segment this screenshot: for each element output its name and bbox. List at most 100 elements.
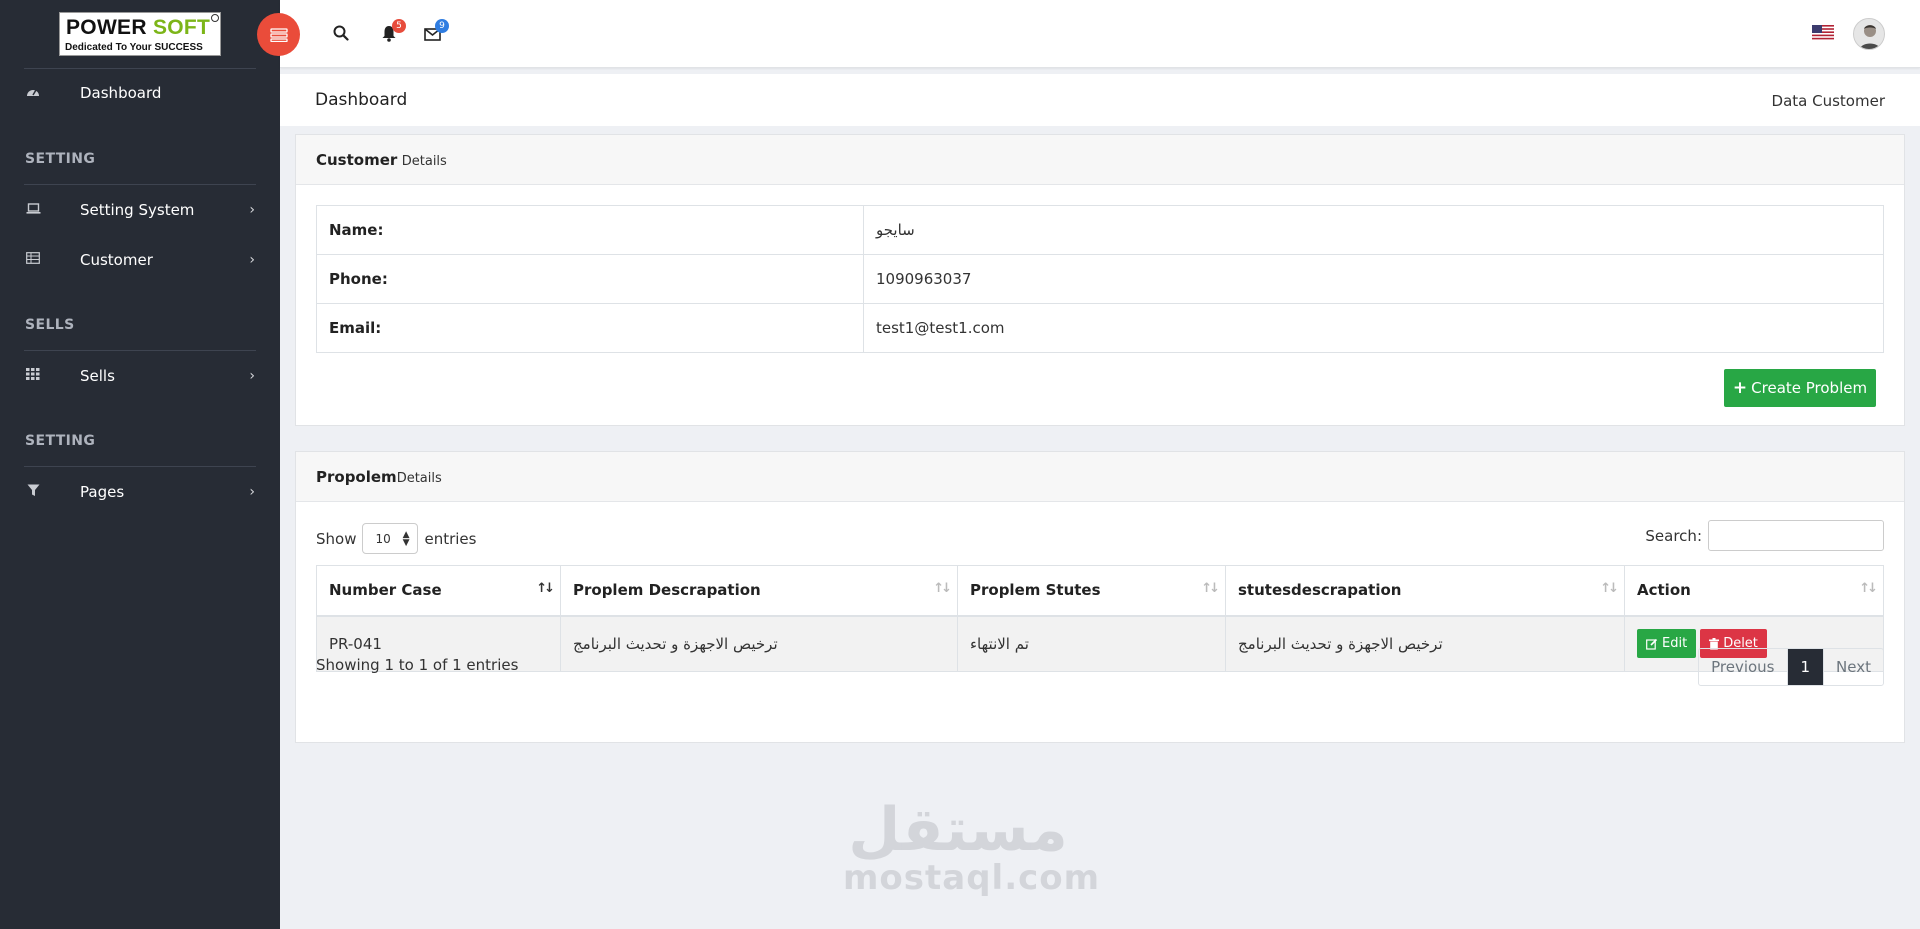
sidebar-item-label: Pages: [80, 483, 125, 501]
logo-brand-accent: SOFT: [152, 16, 211, 39]
page-length-control: Show 10 ▲ ▼ entries: [316, 523, 476, 554]
sort-icon: ↑↓: [1859, 581, 1878, 596]
sidebar-item-customer[interactable]: Customer ›: [0, 240, 280, 280]
plus-icon: +: [1732, 378, 1748, 398]
cell-status: تم الانتهاء: [957, 615, 1226, 672]
sidebar-divider: [24, 350, 256, 351]
brand-logo[interactable]: POWER SOFT Dedicated To Your SUCCESS: [59, 12, 221, 56]
watermark-arabic: مستقل: [848, 795, 1068, 865]
column-header-status[interactable]: Proplem Stutes ↑↓: [957, 565, 1226, 617]
edit-button[interactable]: Edit: [1637, 629, 1697, 659]
info-row-phone: Phone: 1090963037: [316, 254, 1884, 304]
chevron-right-icon: ›: [249, 368, 255, 384]
card-header: PropolemDetails: [296, 452, 1904, 502]
column-header-action[interactable]: Action ↑↓: [1624, 565, 1884, 617]
table-search: Search:: [1645, 520, 1884, 551]
chevron-right-icon: ›: [249, 484, 255, 500]
search-button[interactable]: [333, 25, 349, 46]
sidebar-section-sells: SELLS: [25, 317, 75, 333]
info-label: Email:: [316, 303, 864, 353]
page-length-value: 10: [375, 531, 391, 546]
watermark-latin: mostaql.com: [843, 858, 1101, 898]
user-avatar[interactable]: [1853, 18, 1885, 50]
table-icon: [25, 252, 41, 268]
grid-icon: [25, 368, 41, 384]
card-title: Propolem: [316, 468, 397, 486]
sidebar-item-label: Customer: [80, 251, 153, 269]
breadcrumb: Dashboard Data Customer: [280, 74, 1920, 126]
sidebar-item-label: Sells: [80, 367, 115, 385]
column-label: Action: [1637, 581, 1691, 600]
sidebar-item-label: Setting System: [80, 201, 195, 219]
sidebar-item-pages[interactable]: Pages ›: [0, 472, 280, 512]
search-label: Search:: [1645, 526, 1702, 545]
column-label: stutesdescrapation: [1238, 581, 1402, 600]
logo-mark-icon: [211, 14, 219, 22]
language-flag-us-icon[interactable]: [1812, 25, 1834, 41]
top-navbar: 5 9: [257, 0, 1920, 68]
sidebar-divider: [24, 184, 256, 185]
card-title: Customer: [316, 151, 398, 169]
filter-icon: [25, 484, 41, 501]
info-value: 1090963037: [863, 254, 1884, 304]
column-label: Proplem Descrapation: [573, 581, 761, 600]
notifications-badge: 5: [392, 19, 406, 33]
info-value: test1@test1.com: [863, 303, 1884, 353]
breadcrumb-current[interactable]: Data Customer: [1772, 92, 1885, 110]
create-problem-button[interactable]: + Create Problem: [1724, 369, 1876, 407]
select-arrows-icon: ▲ ▼: [402, 529, 410, 548]
pagination-next[interactable]: Next: [1824, 649, 1883, 685]
pagination-previous[interactable]: Previous: [1699, 649, 1788, 685]
sidebar-divider: [24, 68, 256, 69]
cell-description: ترخيص الاجهزة و تحديث البرنامج: [560, 615, 958, 672]
search-input[interactable]: [1708, 520, 1884, 551]
notifications-button[interactable]: 5: [381, 19, 406, 47]
card-subtitle: Details: [401, 154, 447, 169]
column-header-status-description[interactable]: stutesdescrapation ↑↓: [1225, 565, 1625, 617]
page-length-select[interactable]: 10 ▲ ▼: [362, 523, 419, 554]
laptop-icon: [25, 202, 41, 218]
customer-info-table: Name: سايجو Phone: 1090963037 Email: tes…: [316, 205, 1884, 353]
sidebar-item-setting-system[interactable]: Setting System ›: [0, 190, 280, 230]
sidebar-item-sells[interactable]: Sells ›: [0, 356, 280, 396]
pagination: Previous 1 Next: [1698, 648, 1884, 686]
logo-tagline: Dedicated To Your SUCCESS: [65, 42, 203, 53]
search-icon: [333, 25, 349, 41]
chevron-right-icon: ›: [249, 252, 255, 268]
edit-label: Edit: [1662, 636, 1688, 652]
pagination-page-current[interactable]: 1: [1787, 649, 1825, 685]
info-label: Name:: [316, 205, 864, 255]
cell-status-description: ترخيص الاجهزة و تحديث البرنامج: [1225, 615, 1625, 672]
info-label: Phone:: [316, 254, 864, 304]
sidebar-item-dashboard[interactable]: Dashboard: [0, 73, 280, 113]
sidebar: POWER SOFT Dedicated To Your SUCCESS Das…: [0, 0, 280, 929]
sidebar-divider: [24, 466, 256, 467]
edit-icon: [1646, 638, 1658, 650]
sort-icon: ↑↓: [1201, 581, 1220, 596]
chevron-right-icon: ›: [249, 202, 255, 218]
menu-icon: [269, 27, 288, 42]
problems-table: Number Case ↑↓ Proplem Descrapation ↑↓ Pro…: [316, 565, 1884, 672]
sort-icon: ↑↓: [1600, 581, 1619, 596]
column-label: Proplem Stutes: [970, 581, 1101, 600]
menu-toggle-button[interactable]: [257, 13, 300, 56]
logo-brand-main: POWER: [66, 16, 153, 39]
info-value: سايجو: [863, 205, 1884, 255]
page-title: Dashboard: [315, 90, 408, 110]
info-row-name: Name: سايجو: [316, 205, 1884, 255]
card-subtitle: Details: [396, 471, 442, 486]
column-header-description[interactable]: Proplem Descrapation ↑↓: [560, 565, 958, 617]
messages-button[interactable]: 9: [424, 19, 449, 46]
entries-label: entries: [424, 529, 477, 548]
dashboard-icon: [25, 85, 41, 101]
info-row-email: Email: test1@test1.com: [316, 303, 1884, 353]
table-row: PR-041 ترخيص الاجهزة و تحديث البرنامج تم…: [316, 615, 1884, 672]
messages-badge: 9: [435, 19, 449, 33]
customer-details-card: Customer Details Name: سايجو Phone: 1090…: [295, 134, 1905, 426]
column-header-number-case[interactable]: Number Case ↑↓: [316, 565, 561, 617]
table-info-text: Showing 1 to 1 of 1 entries: [316, 656, 519, 674]
card-header: Customer Details: [296, 135, 1904, 185]
sidebar-section-setting: SETTING: [25, 151, 96, 167]
show-label: Show: [316, 529, 357, 548]
sidebar-item-label: Dashboard: [80, 84, 162, 102]
